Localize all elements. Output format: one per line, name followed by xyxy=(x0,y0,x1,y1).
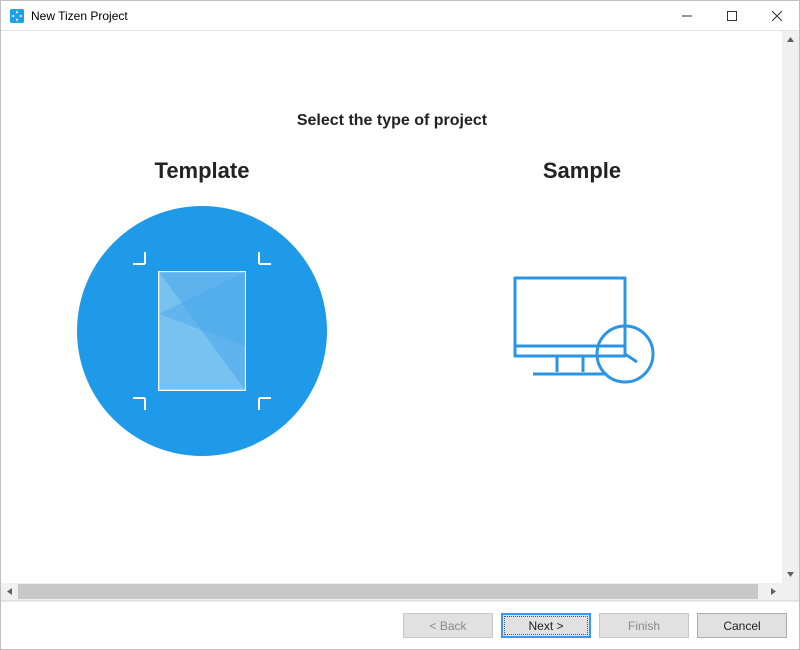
wizard-window: New Tizen Project Select the type of pro… xyxy=(0,0,800,650)
option-sample[interactable]: Sample xyxy=(452,158,712,456)
scroll-left-icon[interactable] xyxy=(1,583,18,600)
finish-button: Finish xyxy=(599,613,689,638)
scroll-right-icon[interactable] xyxy=(765,583,782,600)
scroll-corner xyxy=(782,583,799,600)
back-button: < Back xyxy=(403,613,493,638)
hscroll-thumb[interactable] xyxy=(18,584,758,599)
template-icon xyxy=(77,206,327,456)
option-sample-label: Sample xyxy=(543,158,621,184)
titlebar: New Tizen Project xyxy=(1,1,799,31)
window-title: New Tizen Project xyxy=(31,9,128,23)
content-body: Select the type of project Template xyxy=(2,32,782,583)
hscroll-track[interactable] xyxy=(18,583,765,600)
horizontal-scrollbar[interactable] xyxy=(1,583,782,600)
sample-icon xyxy=(457,206,707,456)
close-button[interactable] xyxy=(754,1,799,31)
scroll-down-icon[interactable] xyxy=(782,566,799,583)
wizard-footer: < Back Next > Finish Cancel xyxy=(1,601,799,649)
next-button[interactable]: Next > xyxy=(501,613,591,638)
scroll-up-icon[interactable] xyxy=(782,31,799,48)
option-template[interactable]: Template xyxy=(72,158,332,456)
maximize-button[interactable] xyxy=(709,1,754,31)
project-type-options: Template xyxy=(2,158,782,456)
page-heading: Select the type of project xyxy=(2,112,782,130)
tizen-logo-icon xyxy=(9,8,25,24)
vertical-scrollbar[interactable] xyxy=(782,31,799,583)
content-frame: Select the type of project Template xyxy=(1,31,799,601)
minimize-button[interactable] xyxy=(664,1,709,31)
cancel-button[interactable]: Cancel xyxy=(697,613,787,638)
option-template-label: Template xyxy=(155,158,250,184)
